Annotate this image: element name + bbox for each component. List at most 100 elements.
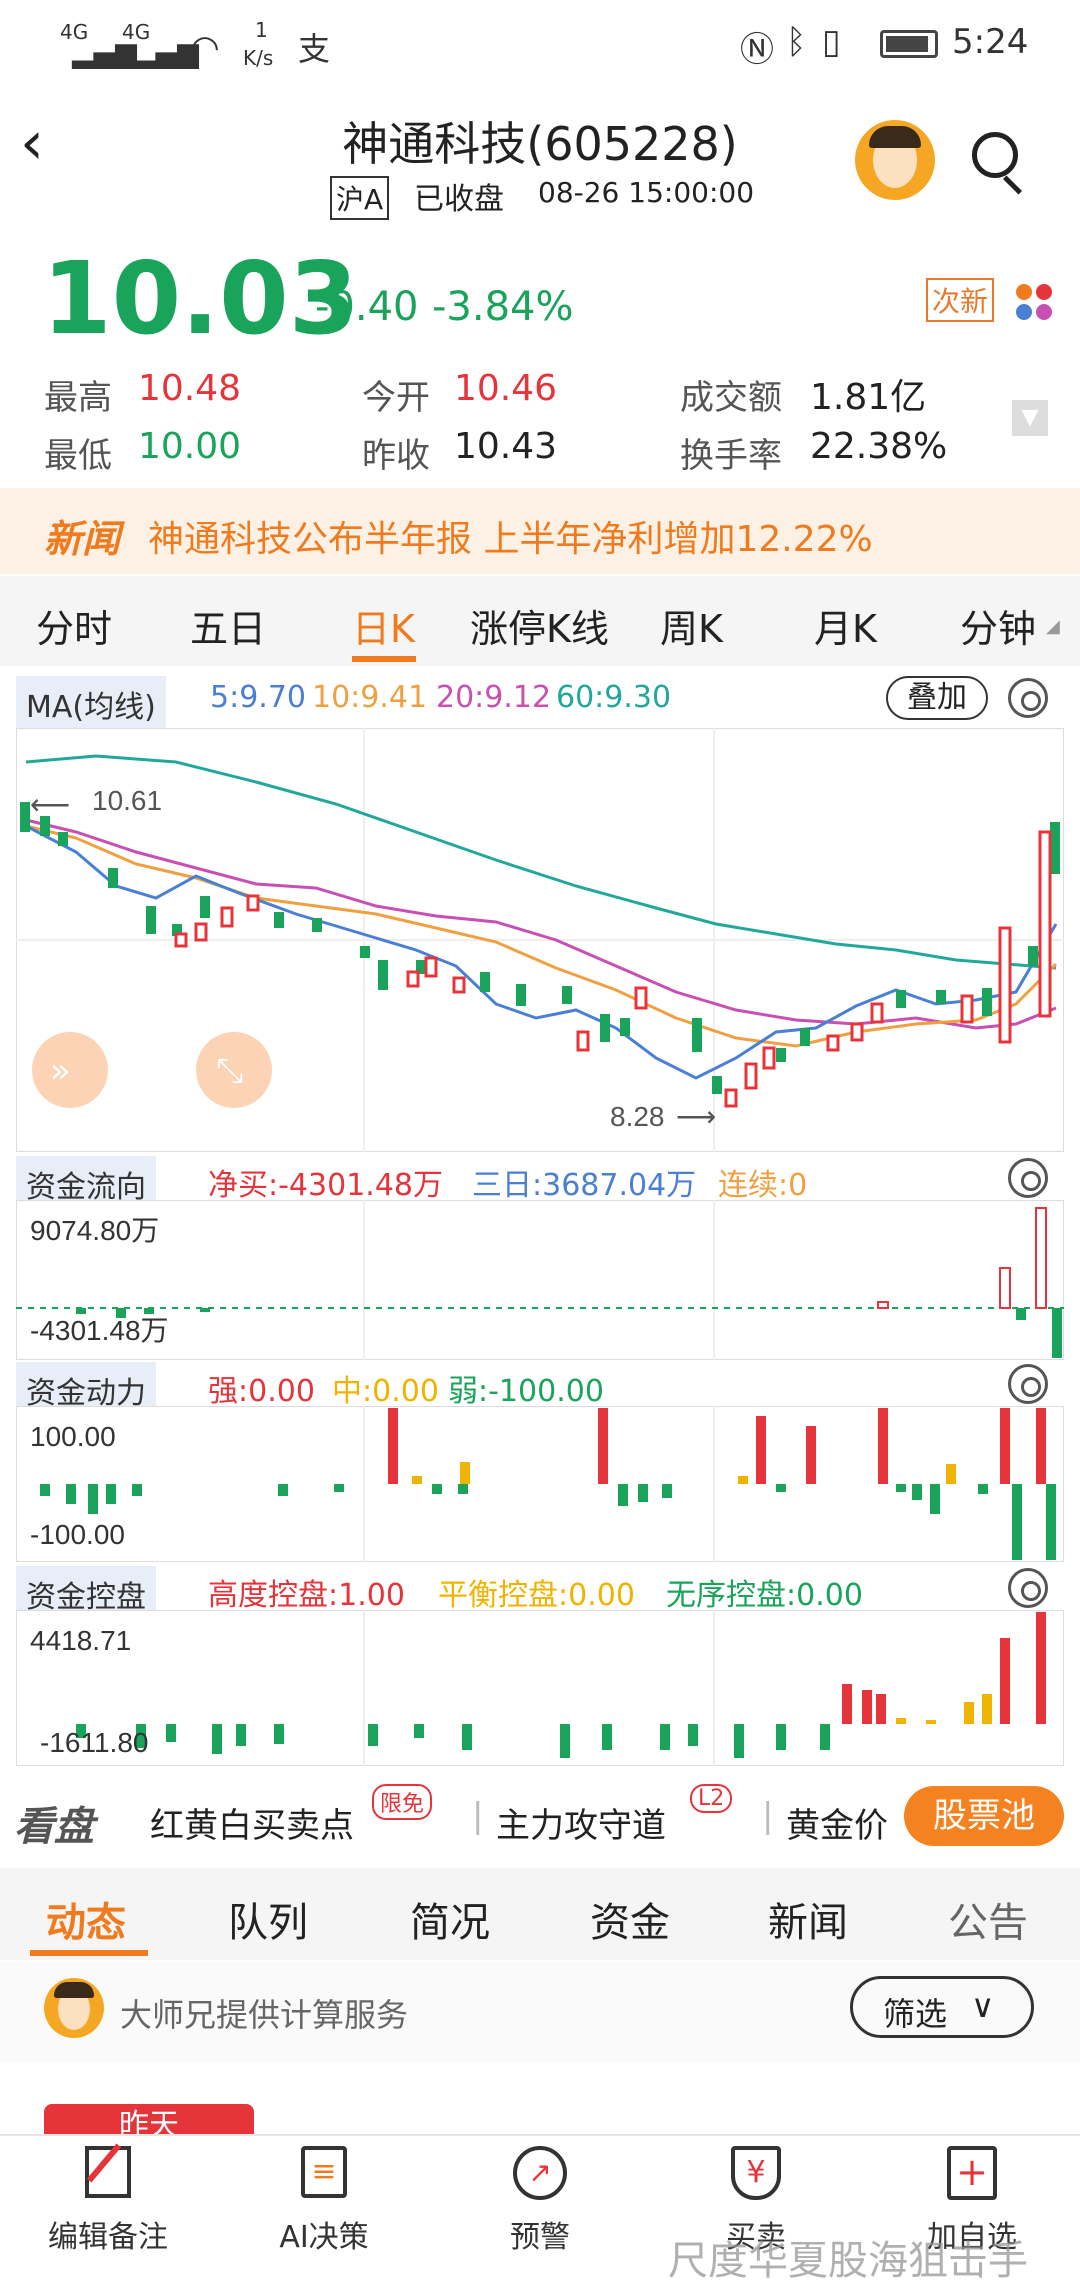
kanpan-item-zlgsd[interactable]: 主力攻守道: [496, 1798, 666, 1847]
min-price-label: 8.28: [610, 1101, 665, 1132]
flow-bottom-label: -4301.48万: [30, 1315, 169, 1346]
service-text: 大师兄提供计算服务: [120, 1996, 409, 2034]
amount-label: 成交额: [680, 378, 782, 418]
wifi-icon: ◠: [190, 28, 220, 68]
power-weak: 弱:-100.00: [448, 1374, 604, 1409]
dots-icon[interactable]: [1016, 284, 1062, 324]
kanpan-item-hhb[interactable]: 红黄白买卖点: [150, 1798, 354, 1847]
settings-gear-icon[interactable]: [1008, 678, 1048, 718]
exchange-badge: 沪A: [330, 176, 390, 220]
overlay-button[interactable]: 叠加: [886, 676, 988, 720]
power-settings-icon[interactable]: [1008, 1364, 1048, 1404]
flow-settings-icon[interactable]: [1008, 1158, 1048, 1198]
tab-duilie[interactable]: 队列: [228, 1890, 308, 1948]
flow-net: 净买:-4301.48万: [208, 1168, 443, 1203]
tab-gonggao[interactable]: 公告: [948, 1890, 1028, 1948]
control-top-label: 4418.71: [30, 1625, 131, 1656]
search-icon[interactable]: [972, 132, 1018, 178]
nav-ai-decision[interactable]: ≡ AI决策: [224, 2146, 424, 2256]
control-balance: 平衡控盘:0.00: [438, 1578, 635, 1613]
ma20-value: 20:9.12: [436, 680, 552, 715]
flow-chart: 9074.80万 -4301.48万: [16, 1200, 1064, 1360]
avatar[interactable]: [855, 120, 935, 200]
clock: 5:24: [952, 22, 1029, 62]
service-avatar: [44, 1978, 104, 2038]
turnover-value: 22.38%: [810, 426, 948, 467]
nav-alert[interactable]: ↗ 预警: [440, 2146, 640, 2256]
high-label: 最高: [44, 378, 112, 418]
last-price: 10.03: [42, 240, 359, 357]
alipay-icon: 支: [298, 30, 331, 68]
date-chip: 昨天: [44, 2104, 254, 2134]
quote-datetime: 08-26 15:00:00: [538, 176, 755, 209]
power-strong: 强:0.00: [208, 1374, 315, 1409]
tab-zijin[interactable]: 资金: [590, 1890, 670, 1948]
tab-dongtai[interactable]: 动态: [46, 1890, 126, 1948]
tab-wuri[interactable]: 五日: [190, 598, 266, 653]
bluetooth-icon: ᛒ: [786, 22, 807, 62]
kanpan-divider-2: |: [762, 1796, 774, 1836]
status-bar: 4G ▂▄▆ 4G ▂▄▆ ◠ 1 K/s 支 Ⓝ ᛒ ▯ 5:24: [0, 0, 1080, 90]
kanpan-logo: 看盘: [14, 1804, 94, 1850]
tab-zhouk[interactable]: 周K: [660, 598, 723, 653]
alert-icon: ↗: [513, 2146, 567, 2200]
nav-ai-decision-label: AI决策: [279, 2220, 369, 2255]
net-speed-num: 1: [255, 18, 268, 42]
yen-icon: ¥: [731, 2146, 781, 2200]
new-stock-badge: 次新: [926, 278, 995, 322]
dropdown-icon[interactable]: ◢: [1046, 616, 1060, 637]
info-tab-indicator: [30, 1950, 148, 1956]
kanpan-divider: |: [472, 1796, 484, 1836]
battery-icon: [880, 30, 938, 58]
tab-zhangting[interactable]: 涨停K线: [470, 598, 609, 653]
min-price-arrow: ⟶: [676, 1101, 716, 1132]
max-price-label: 10.61: [92, 785, 162, 816]
open-label: 今开: [362, 378, 430, 418]
stock-pool-button[interactable]: 股票池: [904, 1786, 1064, 1846]
power-top-label: 100.00: [30, 1421, 116, 1452]
fast-forward-glyph: »: [50, 1051, 71, 1091]
tab-fenzhong[interactable]: 分钟: [960, 598, 1036, 653]
tab-jiankuang[interactable]: 简况: [410, 1890, 490, 1948]
tab-xinwen[interactable]: 新闻: [768, 1890, 848, 1948]
vibrate-icon: ▯: [822, 22, 841, 62]
tab-yuek[interactable]: 月K: [814, 598, 877, 653]
market-state: 已收盘: [414, 182, 504, 217]
ma-label[interactable]: MA(均线): [16, 676, 166, 732]
ma60-value: 60:9.30: [556, 680, 672, 715]
kline-chart[interactable]: ⟵ 10.61 8.28 ⟶ » ⤡: [16, 728, 1064, 1152]
add-icon: +: [947, 2146, 997, 2200]
fullscreen-glyph: ⤡: [216, 1051, 243, 1091]
chevron-down-icon: ∨: [971, 1987, 995, 2025]
filter-button[interactable]: 筛选 ∨: [850, 1976, 1034, 2038]
nav-edit-note[interactable]: 编辑备注: [8, 2143, 208, 2256]
l2-badge: L2: [690, 1784, 733, 1813]
signal-2-icon: ▂▄▆: [134, 36, 199, 69]
low-label: 最低: [44, 436, 112, 476]
tab-fenshi[interactable]: 分时: [36, 598, 112, 653]
kanpan-item-gold[interactable]: 黄金价: [786, 1798, 888, 1847]
expand-icon[interactable]: ▼: [1012, 400, 1048, 436]
edit-icon: [85, 2143, 131, 2198]
search-icon-handle: [1002, 175, 1023, 195]
stock-title: 神通科技(605228): [342, 117, 738, 171]
back-icon[interactable]: ‹: [20, 108, 44, 178]
prev-close-value: 10.43: [454, 426, 558, 467]
nav-edit-note-label: 编辑备注: [48, 2220, 168, 2255]
news-banner[interactable]: 新闻 神通科技公布半年报 上半年净利增加12.22%: [0, 488, 1080, 574]
period-tabs: 分时 五日 日K 涨停K线 周K 月K 分钟 ◢: [0, 576, 1080, 666]
flow-continuous: 连续:0: [718, 1168, 808, 1203]
high-value: 10.48: [138, 368, 242, 409]
price-change-pct: -3.84%: [432, 284, 574, 330]
nfc-icon: Ⓝ: [740, 30, 774, 70]
filter-label: 筛选: [883, 1995, 948, 2033]
ma5-value: 5:9.70: [210, 680, 306, 715]
control-settings-icon[interactable]: [1008, 1568, 1048, 1608]
active-tab-indicator: [352, 656, 416, 662]
power-chart: 100.00 -100.00: [16, 1406, 1064, 1562]
kanpan-bar: 看盘 红黄白买卖点 限免 | 主力攻守道 L2 | 黄金价 股票池: [0, 1770, 1080, 1864]
stock-header: ‹ 神通科技(605228) 沪A 已收盘 08-26 15:00:00: [0, 90, 1080, 240]
tab-rik[interactable]: 日K: [352, 598, 415, 653]
feed-header: 大师兄提供计算服务 筛选 ∨: [0, 1962, 1080, 2062]
free-badge: 限免: [372, 1784, 433, 1820]
